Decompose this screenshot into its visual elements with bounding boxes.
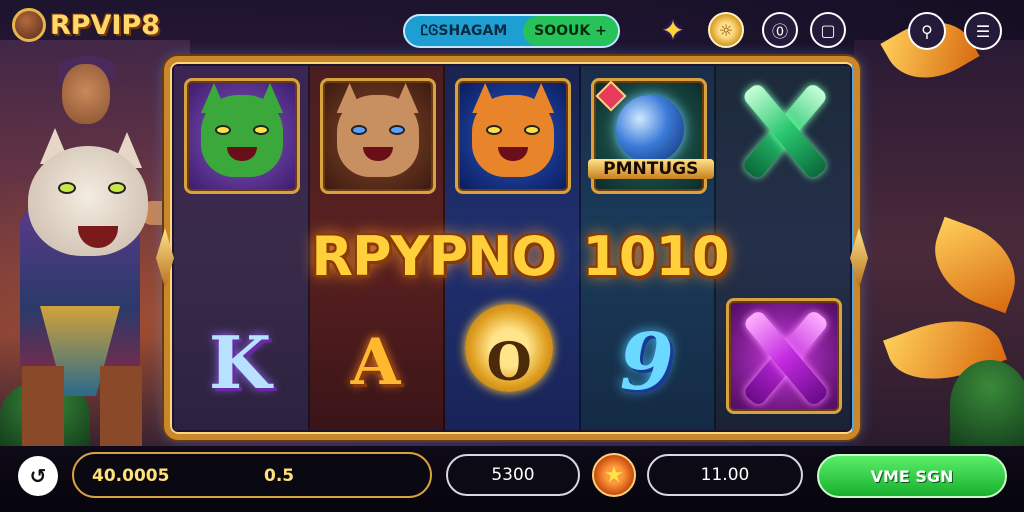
bonus-star-button[interactable]: ★: [592, 453, 636, 497]
chat-icon[interactable]: ▢: [810, 12, 846, 48]
lion-symbol: [455, 78, 572, 194]
orb-icon: [615, 95, 684, 163]
green-x-symbol: [732, 80, 832, 180]
cat-eye: [58, 182, 76, 194]
win-banner: RPYPNO 1010: [300, 216, 740, 296]
back-arrow-icon: ↺: [29, 464, 47, 488]
reel-frame: K A O PMNTUGS 9 RPYPNO 1010: [164, 56, 860, 440]
nine-symbol: 9: [619, 316, 674, 408]
star-icon: ★: [604, 462, 624, 488]
total-bet-field[interactable]: 11.00: [647, 454, 803, 496]
balance-value: 40.0005: [92, 466, 170, 486]
info-icon[interactable]: ⓪: [762, 12, 798, 48]
game-logo[interactable]: RPVIP8: [12, 8, 160, 42]
banner-number: 1010: [582, 224, 729, 288]
letter-a-symbol: A: [350, 324, 401, 400]
cat-eyes: [486, 125, 541, 137]
cat-eye: [108, 182, 126, 194]
green-cat-symbol: [184, 78, 300, 194]
logo-text: RPVIP8: [50, 9, 161, 41]
letter-o-symbol: O: [486, 331, 532, 393]
account-pill-right-button[interactable]: SOOUK +: [523, 16, 618, 46]
banner-word: RPYPNO: [311, 224, 557, 288]
purple-x-tile: [726, 298, 843, 414]
account-pill-left[interactable]: ᏝᎶSHAGAM: [405, 23, 523, 39]
armored-cat-face: [336, 95, 419, 177]
hero-head: [62, 64, 110, 124]
lion-face: [472, 95, 555, 177]
star-icon[interactable]: ✦: [655, 12, 691, 48]
armored-cat-symbol: [319, 78, 436, 194]
green-cat-face: [201, 95, 283, 177]
account-pill[interactable]: ᏝᎶSHAGAM SOOUK +: [403, 14, 620, 48]
logo-avatar-icon: [12, 8, 46, 42]
hero-legs: [22, 366, 142, 446]
cat-mouth: [227, 147, 257, 161]
orb-label: PMNTUGS: [587, 159, 714, 179]
cat-mouth: [362, 147, 393, 161]
balance-panel: 40.0005 0.5: [72, 452, 432, 498]
back-button[interactable]: ↺: [18, 456, 58, 496]
letter-k-symbol: K: [208, 319, 272, 405]
foliage-right: [950, 360, 1024, 450]
coin-icon[interactable]: ☼: [708, 12, 744, 48]
menu-icon[interactable]: ☰: [964, 12, 1002, 50]
bet-value: 0.5: [264, 466, 295, 486]
cat-mouth: [498, 147, 529, 161]
profile-icon[interactable]: ⚲: [908, 12, 946, 50]
orb-symbol: PMNTUGS: [587, 78, 714, 194]
spin-button[interactable]: VME SGN: [817, 454, 1007, 498]
gem-icon: [595, 80, 627, 112]
reel-1: K: [174, 66, 310, 430]
lines-field[interactable]: 5300: [446, 454, 580, 496]
purple-x-symbol: [733, 307, 833, 407]
cat-eyes: [350, 125, 405, 137]
cat-eyes: [215, 125, 269, 137]
